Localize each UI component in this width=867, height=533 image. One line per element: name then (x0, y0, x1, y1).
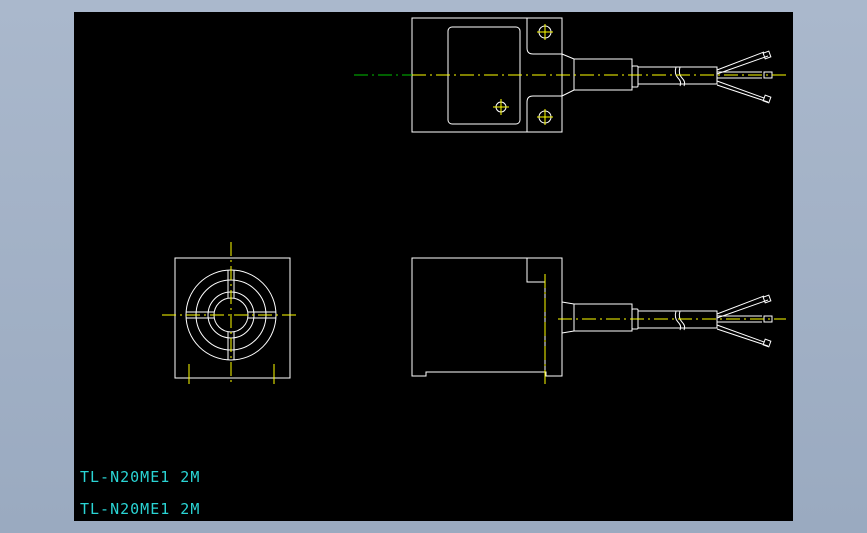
side-view (411, 257, 786, 386)
cad-drawing (162, 17, 786, 386)
top-view-gland-nut (631, 65, 639, 88)
top-view-gland (561, 53, 633, 97)
side-view-step (526, 258, 546, 376)
top-view-wires (716, 50, 773, 104)
side-view-body (411, 257, 563, 377)
cad-viewport[interactable]: TL-N20ME1 2M TL-N20ME1 2M (74, 12, 793, 521)
side-view-wires (716, 294, 773, 348)
side-view-cable-break (674, 310, 686, 331)
part-number-label: TL-N20ME1 2M (80, 468, 201, 486)
part-number-label: TL-N20ME1 2M (80, 500, 201, 518)
front-view (162, 242, 300, 384)
side-view-gland (561, 301, 633, 334)
top-view-cable-break (674, 66, 686, 87)
top-view (354, 17, 786, 133)
